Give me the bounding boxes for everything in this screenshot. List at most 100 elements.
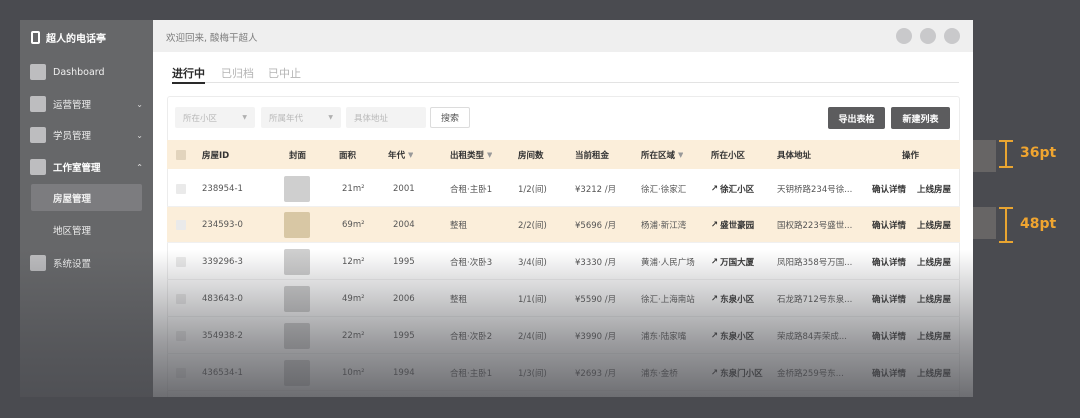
cover-thumbnail[interactable] [284, 171, 310, 206]
table-row: 238954-1 21m² 2001 合租·主卧1 1/2(间) ¥3212 /… [167, 171, 960, 207]
publish-house-link[interactable]: 上线房屋 [917, 171, 951, 206]
sidebar-item-label: 运营管理 [53, 100, 92, 111]
rooms: 1/2(间) [518, 184, 547, 195]
cover-thumbnail[interactable] [284, 318, 310, 353]
sidebar-item-dashboard[interactable]: Dashboard [20, 59, 153, 85]
community-link[interactable]: ↗ 盛世豪园 [711, 207, 754, 242]
area: 49m² [342, 293, 365, 304]
column-header-label: 年代 [388, 150, 406, 161]
arrow-up-right-icon: ↗ [711, 219, 719, 230]
sidebar-subitem-regions[interactable]: 地区管理 [31, 216, 142, 243]
select-all-checkbox[interactable] [176, 140, 186, 169]
rent-type: 合租·主卧1 [450, 184, 493, 195]
publish-house-link[interactable]: 上线房屋 [917, 355, 951, 390]
row-checkbox[interactable] [176, 207, 186, 242]
sidebar-item-studio[interactable]: 工作室管理 ⌃ [20, 154, 153, 180]
house-id: 354938-2 [202, 330, 243, 341]
confirm-details-link[interactable]: 确认详情 [872, 207, 906, 242]
dropdown-caret-icon: ▼ [242, 114, 247, 121]
chevron-down-icon: ⌄ [136, 99, 143, 109]
year: 2006 [393, 293, 415, 304]
era-select[interactable]: 所属年代 ▼ [261, 107, 341, 128]
sidebar-item-label: 系统设置 [53, 259, 92, 270]
house-id: 234593-0 [202, 219, 243, 230]
community-link[interactable]: ↗ 东泉小区 [711, 318, 754, 353]
sidebar-subitem-houses[interactable]: 房屋管理 [31, 184, 142, 211]
chevron-down-icon: ⌄ [136, 130, 143, 140]
row-checkbox[interactable] [176, 244, 186, 279]
export-table-button[interactable]: 导出表格 [828, 107, 885, 129]
tab-archived[interactable]: 已归档 [221, 65, 254, 83]
sidebar-item-students[interactable]: 学员管理 ⌄ [20, 122, 153, 148]
arrow-up-right-icon: ↗ [711, 330, 719, 341]
new-list-button[interactable]: 新建列表 [891, 107, 950, 129]
filter-icon[interactable]: ▼ [487, 151, 492, 159]
confirm-details-link[interactable]: 确认详情 [872, 318, 906, 353]
column-header-year[interactable]: 年代 ▼ [388, 140, 413, 169]
publish-house-link[interactable]: 上线房屋 [917, 318, 951, 353]
confirm-details-link[interactable]: 确认详情 [872, 355, 906, 390]
house-id: 483643-0 [202, 293, 243, 304]
row-checkbox[interactable] [176, 281, 186, 316]
sidebar-item-label: 工作室管理 [53, 163, 101, 174]
publish-house-link[interactable]: 上线房屋 [917, 244, 951, 279]
filter-icon[interactable]: ▼ [408, 151, 413, 159]
table-header: 房屋ID 封面 面积 年代 ▼ 出租类型 ▼ 房间数 当前租金 所在区域 ▼ 所在小区… [167, 140, 960, 169]
rent-type: 合租·次卧3 [450, 257, 493, 268]
row-checkbox[interactable] [176, 171, 186, 206]
app-logo[interactable]: 超人的电话亭 [31, 30, 106, 45]
publish-house-link[interactable]: 上线房屋 [917, 281, 951, 316]
cover-thumbnail[interactable] [284, 281, 310, 316]
column-header-region[interactable]: 所在区域 ▼ [641, 140, 683, 169]
rent-type: 整租 [450, 294, 468, 305]
tab-terminated[interactable]: 已中止 [268, 65, 301, 83]
confirm-details-link[interactable]: 确认详情 [872, 171, 906, 206]
community-name: 东泉小区 [720, 294, 755, 305]
cover-thumbnail[interactable] [284, 244, 310, 279]
filter-icon[interactable]: ▼ [678, 151, 683, 159]
year: 1995 [393, 256, 415, 267]
tab-in-progress[interactable]: 进行中 [172, 65, 205, 84]
window-button-icon[interactable] [896, 28, 912, 44]
community-link[interactable]: ↗ 万国大厦 [711, 244, 754, 279]
community-name: 徐汇小区 [720, 184, 755, 195]
settings-icon [30, 255, 46, 271]
year: 2004 [393, 219, 415, 230]
column-header-id: 房屋ID [202, 150, 230, 161]
arrow-up-right-icon: ↗ [711, 293, 719, 304]
rent: ¥2693 /月 [575, 368, 617, 379]
sidebar: 超人的电话亭 Dashboard 运营管理 ⌄ 学员管理 ⌄ 工作室管理 ⌃ 房… [20, 20, 153, 397]
community-link[interactable]: ↗ 东泉小区 [711, 281, 754, 316]
studio-icon [30, 159, 46, 175]
sidebar-item-operations[interactable]: 运营管理 ⌄ [20, 91, 153, 117]
header-height-marker-icon [999, 140, 1013, 168]
table-row: 339296-3 12m² 1995 合租·次卧3 3/4(间) ¥3330 /… [167, 244, 960, 280]
publish-house-link[interactable]: 上线房屋 [917, 207, 951, 242]
community-link[interactable]: ↗ 东泉门小区 [711, 355, 763, 390]
address-input[interactable]: 具体地址 [346, 107, 426, 128]
community-name: 万国大厦 [720, 257, 755, 268]
region: 黄浦·人民广场 [641, 257, 695, 268]
table-row: 234593-0 69m² 2004 整租 2/2(间) ¥5696 /月 杨浦… [167, 207, 960, 243]
sidebar-item-settings[interactable]: 系统设置 [20, 250, 153, 276]
column-header-actions: 操作 [902, 150, 920, 161]
region: 徐汇·上海南站 [641, 294, 695, 305]
row-checkbox[interactable] [176, 318, 186, 353]
search-button[interactable]: 搜索 [430, 107, 470, 128]
rent: ¥5590 /月 [575, 294, 617, 305]
window-button-icon[interactable] [920, 28, 936, 44]
cover-thumbnail[interactable] [284, 207, 310, 242]
row-checkbox[interactable] [176, 355, 186, 390]
window-button-icon[interactable] [944, 28, 960, 44]
community-link[interactable]: ↗ 徐汇小区 [711, 171, 754, 206]
confirm-details-link[interactable]: 确认详情 [872, 244, 906, 279]
community-select[interactable]: 所在小区 ▼ [175, 107, 255, 128]
column-header-rent-type[interactable]: 出租类型 ▼ [450, 140, 492, 169]
rent-type: 合租·主卧1 [450, 368, 493, 379]
rent: ¥5696 /月 [575, 220, 617, 231]
cover-thumbnail[interactable] [284, 355, 310, 390]
table-row: 483643-0 49m² 2006 整租 1/1(间) ¥5590 /月 徐汇… [167, 281, 960, 317]
column-header-cover: 封面 [289, 150, 307, 161]
rooms: 3/4(间) [518, 257, 547, 268]
confirm-details-link[interactable]: 确认详情 [872, 281, 906, 316]
